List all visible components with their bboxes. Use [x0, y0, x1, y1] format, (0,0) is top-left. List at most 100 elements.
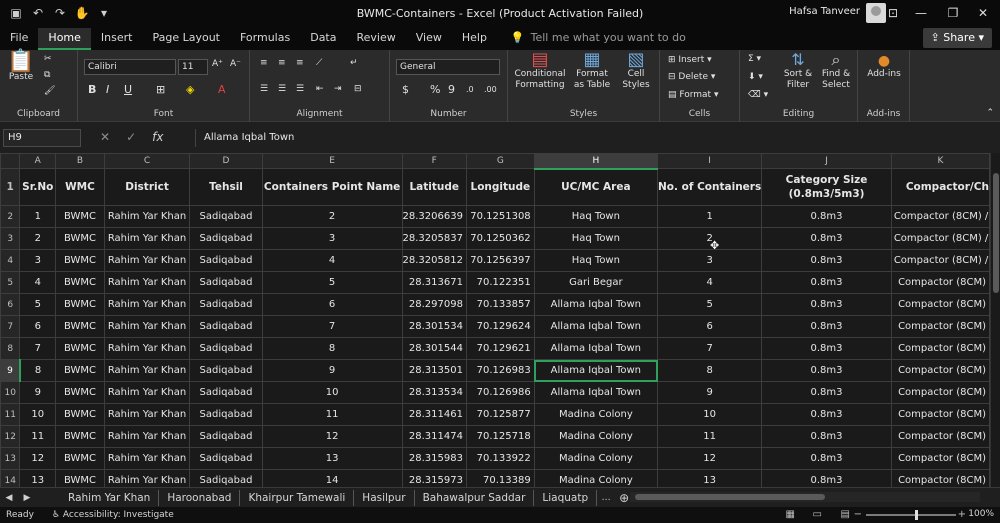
fill-icon[interactable]: ⬇ ▾ [748, 72, 763, 83]
row-header[interactable]: 1 [0, 168, 21, 206]
grid-cell[interactable]: 28.311461 [401, 403, 467, 426]
sheet-tab[interactable]: Bahawalpur Saddar [415, 489, 535, 506]
grid-cell[interactable]: Rahim Yar Khan [103, 293, 191, 316]
row-header[interactable]: 6 [0, 293, 21, 316]
grid-cell[interactable]: 0.8m3 [761, 425, 892, 448]
grid-cell[interactable]: 12 [19, 447, 57, 470]
tab-data[interactable]: Data [300, 28, 346, 50]
row-header[interactable]: 14 [0, 469, 21, 487]
grid-cell[interactable]: 28.297098 [401, 293, 467, 316]
grid-cell[interactable]: Rahim Yar Khan [103, 337, 191, 360]
vertical-scroll-thumb[interactable] [993, 173, 999, 293]
grid-cell[interactable]: 70.122351 [465, 271, 535, 294]
touch-mode-icon[interactable]: ✋ [74, 6, 90, 20]
grid-cell[interactable]: Rahim Yar Khan [103, 271, 191, 294]
grid-cell[interactable]: 70.13389 [465, 469, 535, 487]
grid-cell[interactable]: Sadiqabad [189, 447, 263, 470]
grid-cell[interactable]: 0.8m3 [761, 469, 892, 487]
grid-cell[interactable]: Rahim Yar Khan [103, 205, 191, 228]
grid-cell[interactable]: Sadiqabad [189, 271, 263, 294]
grid-cell[interactable]: 28.315983 [401, 447, 467, 470]
grid-cell[interactable]: Haq Town [533, 249, 659, 272]
grid-cell[interactable]: Sadiqabad [189, 425, 263, 448]
grid-cell[interactable]: 0.8m3 [761, 293, 892, 316]
tab-review[interactable]: Review [346, 28, 405, 50]
grid-cell[interactable]: Rahim Yar Khan [103, 249, 191, 272]
header-cell[interactable]: Compactor/Ch [890, 168, 990, 206]
grid-cell[interactable]: 5 [657, 293, 763, 316]
grid-cell[interactable]: 0.8m3 [761, 447, 892, 470]
tab-file[interactable]: File [0, 28, 38, 50]
grid-cell[interactable]: 70.129624 [465, 315, 535, 338]
grid-cell[interactable]: Rahim Yar Khan [103, 469, 191, 487]
grid-cell[interactable]: 6 [19, 315, 57, 338]
grid-cell[interactable]: Compactor (8CM) [890, 293, 990, 316]
tab-view[interactable]: View [406, 28, 452, 50]
align-right-icon[interactable]: ☰ [296, 84, 304, 95]
align-middle-icon[interactable]: ≡ [278, 58, 286, 69]
grid-cell[interactable]: 70.1251308 [465, 205, 535, 228]
grid-cell[interactable]: 70.126986 [465, 381, 535, 404]
page-break-view-icon[interactable]: ▤ [841, 509, 850, 520]
grid-cell[interactable]: Allama Iqbal Town [533, 337, 659, 360]
grid-cell[interactable]: Sadiqabad [189, 381, 263, 404]
sheet-tab[interactable]: Rahim Yar Khan [60, 489, 160, 506]
increase-decimal-icon[interactable]: .0 [466, 84, 474, 95]
grid-cell[interactable]: 7 [19, 337, 57, 360]
delete-cells-button[interactable]: ⊟ Delete ▾ [668, 72, 715, 83]
header-cell[interactable]: WMC [55, 168, 105, 206]
tell-me-search[interactable]: 💡 Tell me what you want to do [511, 28, 686, 50]
grid-cell[interactable]: Haq Town [533, 205, 659, 228]
grid-cell[interactable]: 6 [657, 315, 763, 338]
grid-cell[interactable]: BWMC [55, 249, 105, 272]
insert-function-icon[interactable]: fx [152, 130, 163, 144]
grid-cell[interactable]: 70.126983 [465, 359, 535, 382]
grid-cell[interactable]: 70.125877 [465, 403, 535, 426]
header-cell[interactable]: Longitude [465, 168, 535, 206]
sort-filter-button[interactable]: ⇅ Sort & Filter [780, 52, 816, 91]
grid-cell[interactable]: 10 [19, 403, 57, 426]
grid-cell[interactable]: 28.3205812 [401, 249, 467, 272]
format-as-table-button[interactable]: ▦ Format as Table [570, 51, 614, 91]
addins-button[interactable]: ● Add-ins [864, 54, 904, 80]
more-sheets-icon[interactable]: … [597, 493, 615, 503]
grid-cell[interactable]: Madina Colony [533, 403, 659, 426]
grid-cell[interactable]: 6 [261, 293, 403, 316]
grid-cell[interactable]: 28.315973 [401, 469, 467, 487]
zoom-slider-knob[interactable] [915, 510, 918, 520]
column-header[interactable]: H [533, 153, 659, 170]
grid-cell[interactable]: 70.1256397 [465, 249, 535, 272]
grid-cell[interactable]: 70.133922 [465, 447, 535, 470]
grid-cell[interactable]: 8 [261, 337, 403, 360]
grid-cell[interactable]: Haq Town [533, 227, 659, 250]
collapse-ribbon-icon[interactable]: ⌃ [986, 108, 994, 119]
column-header[interactable]: J [761, 153, 892, 169]
grid-cell[interactable]: Madina Colony [533, 469, 659, 487]
percent-icon[interactable]: % [430, 84, 440, 95]
grid-cell[interactable]: 9 [657, 381, 763, 404]
next-sheet-icon[interactable]: ▶ [18, 493, 36, 503]
row-header[interactable]: 10 [0, 381, 21, 404]
grid-cell[interactable]: Sadiqabad [189, 205, 263, 228]
zoom-level[interactable]: 100% [968, 509, 994, 519]
row-header[interactable]: 4 [0, 249, 21, 272]
wrap-text-icon[interactable]: ↵ [350, 58, 358, 69]
grid-cell[interactable]: BWMC [55, 315, 105, 338]
grid-cell[interactable]: BWMC [55, 271, 105, 294]
tab-insert[interactable]: Insert [91, 28, 143, 50]
grid-cell[interactable]: 2 [19, 227, 57, 250]
column-header[interactable]: A [19, 153, 57, 169]
spreadsheet-grid[interactable]: A B C D E F G H I J K 1 Sr.No WMC Distri… [0, 153, 990, 487]
grid-cell[interactable]: 0.8m3 [761, 403, 892, 426]
zoom-out-icon[interactable]: − [854, 509, 862, 520]
restore-icon[interactable]: ❐ [936, 0, 970, 26]
grid-cell[interactable]: Sadiqabad [189, 469, 263, 487]
orientation-icon[interactable]: ⟋ [316, 58, 322, 69]
header-cell[interactable]: Containers Point Name [261, 168, 403, 206]
grid-cell[interactable]: 3 [261, 227, 403, 250]
grid-cell[interactable]: 0.8m3 [761, 381, 892, 404]
font-name-select[interactable]: Calibri [84, 59, 176, 75]
row-header[interactable]: 11 [0, 403, 21, 426]
decrease-font-icon[interactable]: A⁻ [230, 59, 241, 70]
grid-cell[interactable]: 28.3206639 [401, 205, 467, 228]
